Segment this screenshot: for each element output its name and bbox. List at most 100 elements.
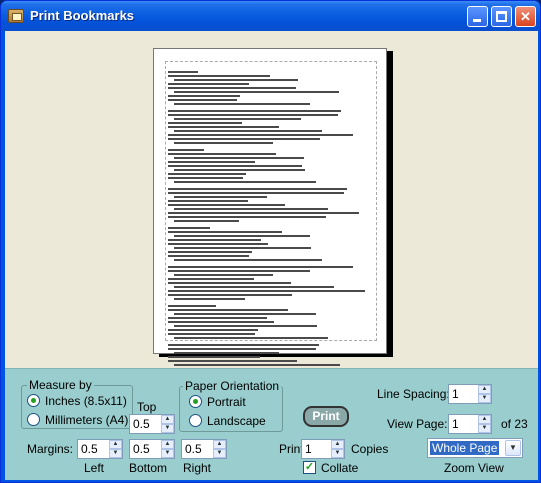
portrait-radio-button[interactable] <box>189 395 202 408</box>
chevron-down-icon[interactable]: ▼ <box>505 440 521 456</box>
spin-down-icon[interactable]: ▼ <box>331 449 344 458</box>
margin-bottom-label: Bottom <box>129 461 168 475</box>
bookmark-text-line <box>168 344 319 346</box>
minimize-button[interactable] <box>467 6 488 27</box>
view-page-spinner[interactable]: 1 ▲ ▼ <box>448 414 492 434</box>
bookmark-text-line <box>174 325 317 327</box>
bookmark-text-line <box>168 348 316 350</box>
bookmark-text-line <box>168 239 261 241</box>
bookmark-text-line <box>168 87 296 89</box>
zoom-view-value: Whole Page <box>430 441 500 455</box>
margin-top-spinner[interactable]: 0.5 ▲ ▼ <box>129 414 175 434</box>
spinner-buttons: ▲ ▼ <box>478 415 491 433</box>
spin-down-icon[interactable]: ▼ <box>478 424 491 433</box>
landscape-radio-button[interactable] <box>189 414 202 427</box>
spin-down-icon[interactable]: ▼ <box>161 449 174 458</box>
collate-checkbox[interactable]: ✓ <box>303 461 316 474</box>
close-button[interactable]: ✕ <box>515 6 536 27</box>
print-button[interactable]: Print <box>303 406 349 427</box>
bookmark-text-line <box>174 142 273 144</box>
bookmark-text-line <box>174 274 273 276</box>
window-title: Print Bookmarks <box>30 8 135 23</box>
copies-value[interactable]: 1 <box>305 442 312 456</box>
bookmark-text-line <box>168 216 326 218</box>
spin-down-icon[interactable]: ▼ <box>161 424 174 433</box>
margin-left-spinner[interactable]: 0.5 ▲ ▼ <box>77 439 123 459</box>
zoom-view-label: Zoom View <box>444 461 504 475</box>
bookmark-text-line <box>168 110 341 112</box>
millimeters-label: Millimeters (A4) <box>45 413 129 427</box>
view-page-label: View Page: <box>387 417 448 431</box>
bookmark-text-line <box>174 220 239 222</box>
inches-radio-button[interactable] <box>27 394 40 407</box>
maximize-button[interactable] <box>491 6 512 27</box>
print-preview-area <box>5 31 538 467</box>
spin-up-icon[interactable]: ▲ <box>109 440 122 449</box>
bookmark-app-icon <box>8 9 24 23</box>
bookmark-text-line <box>168 165 302 167</box>
margin-bottom-value[interactable]: 0.5 <box>133 442 150 456</box>
spin-down-icon[interactable]: ▼ <box>109 449 122 458</box>
bookmark-text-line <box>168 122 242 124</box>
copies-label: Copies <box>351 442 389 456</box>
bookmark-text-line <box>168 231 282 233</box>
millimeters-radio-button[interactable] <box>27 413 40 426</box>
margin-left-value[interactable]: 0.5 <box>81 442 98 456</box>
bookmark-text-line <box>168 278 254 280</box>
bookmark-text-line <box>168 212 359 214</box>
preview-page <box>153 48 387 467</box>
margin-bottom-spinner[interactable]: 0.5 ▲ ▼ <box>129 439 175 459</box>
spinner-buttons: ▲ ▼ <box>109 440 122 458</box>
spin-down-icon[interactable]: ▼ <box>213 449 226 458</box>
bookmark-text-line <box>168 192 344 194</box>
inches-label: Inches (8.5x11) <box>45 394 127 408</box>
bookmark-text-line <box>168 333 255 335</box>
bookmark-text-line <box>168 329 258 331</box>
spinner-buttons: ▲ ▼ <box>161 415 174 433</box>
margin-left-label: Left <box>84 461 105 475</box>
bookmark-text-line <box>174 208 328 210</box>
bookmark-text-line <box>168 134 353 136</box>
close-x-icon: ✕ <box>520 9 531 24</box>
minimize-icon <box>473 19 481 22</box>
margin-top-value[interactable]: 0.5 <box>133 417 150 431</box>
bookmark-text-line <box>168 75 270 77</box>
bookmark-text-line <box>168 266 353 268</box>
bookmark-text-line <box>174 259 322 261</box>
landscape-label: Landscape <box>207 414 266 428</box>
margin-right-spinner[interactable]: 0.5 ▲ ▼ <box>181 439 227 459</box>
bookmark-text-line <box>174 196 267 198</box>
bookmark-text-line <box>174 286 334 288</box>
copies-spinner[interactable]: 1 ▲ ▼ <box>301 439 345 459</box>
bookmark-text-line <box>168 200 248 202</box>
bookmark-text-line <box>174 130 322 132</box>
print-bookmarks-window: Print Bookmarks ✕ Measure by Inches (8.5… <box>0 0 541 483</box>
line-spacing-value[interactable]: 1 <box>452 387 459 401</box>
bookmark-text-line <box>168 204 285 206</box>
measure-by-legend: Measure by <box>27 378 94 392</box>
margin-right-value[interactable]: 0.5 <box>185 442 202 456</box>
view-page-value[interactable]: 1 <box>452 417 459 431</box>
line-spacing-label: Line Spacing: <box>377 387 450 401</box>
line-spacing-spinner[interactable]: 1 ▲ ▼ <box>448 384 492 404</box>
bookmark-text-line <box>168 321 274 323</box>
spin-up-icon[interactable]: ▲ <box>478 385 491 394</box>
bookmark-text-line <box>174 103 310 105</box>
spin-up-icon[interactable]: ▲ <box>161 415 174 424</box>
bookmark-text-line <box>174 352 279 354</box>
bookmark-text-line <box>174 181 316 183</box>
spin-up-icon[interactable]: ▲ <box>161 440 174 449</box>
bookmark-text-line <box>168 153 276 155</box>
title-bar[interactable]: Print Bookmarks ✕ <box>1 1 540 31</box>
bookmark-text-line <box>168 251 252 253</box>
spin-down-icon[interactable]: ▼ <box>478 394 491 403</box>
bookmark-text-line <box>168 243 268 245</box>
spin-up-icon[interactable]: ▲ <box>331 440 344 449</box>
bookmark-text-line <box>168 126 279 128</box>
bookmark-text-line <box>168 270 310 272</box>
spin-up-icon[interactable]: ▲ <box>213 440 226 449</box>
spin-up-icon[interactable]: ▲ <box>478 415 491 424</box>
portrait-label: Portrait <box>207 395 246 409</box>
bookmark-text-line <box>174 298 245 300</box>
zoom-view-select[interactable]: Whole Page ▼ <box>427 438 523 458</box>
